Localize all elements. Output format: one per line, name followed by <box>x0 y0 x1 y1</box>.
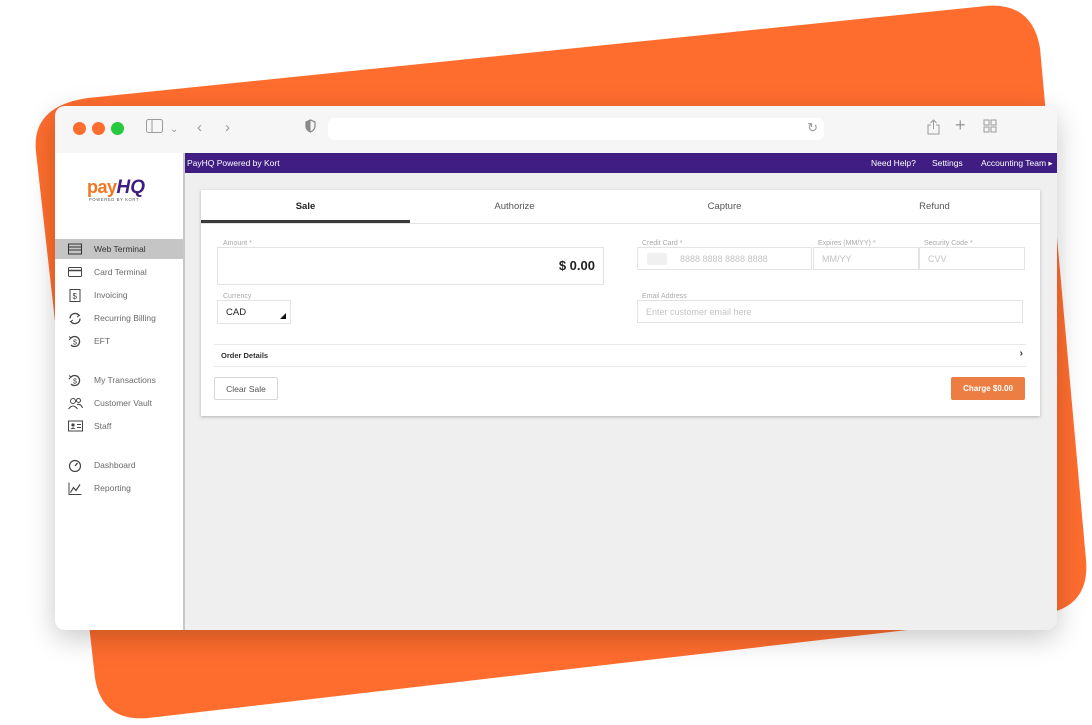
nav-brand: PayHQ Powered by Kort <box>187 158 280 168</box>
eft-icon: $ <box>68 335 81 348</box>
shield-icon[interactable] <box>305 119 316 138</box>
divider <box>214 344 1026 345</box>
tab-refund[interactable]: Refund <box>830 190 1039 223</box>
browser-toolbar: ⌄ ‹ › ↻ + <box>55 106 1057 154</box>
divider <box>214 366 1026 367</box>
sale-card: Sale Authorize Capture Refund Amount * $… <box>201 190 1040 416</box>
charge-button[interactable]: Charge $0.00 <box>951 377 1025 400</box>
svg-text:$: $ <box>73 292 78 301</box>
sidebar-item-recurring-billing[interactable]: Recurring Billing <box>55 308 183 328</box>
invoice-icon: $ <box>68 289 81 302</box>
expires-input[interactable]: MM/YY <box>813 247 919 270</box>
tab-sale[interactable]: Sale <box>201 190 410 223</box>
card-icon <box>68 266 82 278</box>
currency-label: Currency <box>223 293 252 300</box>
payhq-logo: payHQ POWERED BY KORT <box>87 177 146 202</box>
transaction-tabs: Sale Authorize Capture Refund <box>201 190 1040 224</box>
amount-label: Amount * <box>223 240 252 247</box>
amount-value: $ 0.00 <box>558 258 595 273</box>
forward-arrow-icon[interactable]: › <box>225 119 230 137</box>
credit-card-label: Credit Card * <box>642 240 683 247</box>
chart-icon <box>68 482 82 495</box>
tab-overview-icon[interactable] <box>983 119 997 138</box>
credit-card-input[interactable]: 8888 8888 8888 8888 <box>637 247 812 270</box>
order-details-toggle[interactable]: Order Details <box>221 351 268 360</box>
users-icon <box>68 397 83 410</box>
reload-icon[interactable]: ↻ <box>807 120 818 136</box>
sidebar-item-eft[interactable]: $ EFT <box>55 331 183 351</box>
security-code-label: Security Code * <box>924 240 973 247</box>
tab-capture[interactable]: Capture <box>620 190 829 223</box>
email-input[interactable]: Enter customer email here <box>637 300 1023 323</box>
transactions-icon: $ <box>68 374 81 387</box>
sidebar-item-my-transactions[interactable]: $ My Transactions <box>55 370 183 390</box>
sidebar: payHQ POWERED BY KORT Web Terminal Card … <box>55 153 185 630</box>
security-code-input[interactable]: CVV <box>919 247 1025 270</box>
currency-select[interactable]: CAD <box>217 300 291 324</box>
refresh-icon <box>68 312 81 325</box>
new-tab-icon[interactable]: + <box>955 116 966 134</box>
sidebar-item-invoicing[interactable]: $ Invoicing <box>55 285 183 305</box>
account-menu[interactable]: Accounting Team ▸ <box>981 158 1053 169</box>
need-help-link[interactable]: Need Help? <box>871 158 916 168</box>
clear-sale-button[interactable]: Clear Sale <box>214 377 278 400</box>
maximize-window-dot[interactable] <box>111 122 124 135</box>
share-icon[interactable] <box>927 119 940 140</box>
expires-label: Expires (MM/YY) * <box>818 240 876 247</box>
close-window-dot[interactable] <box>73 122 86 135</box>
terminal-icon <box>68 243 82 255</box>
address-bar[interactable]: ↻ <box>328 118 824 140</box>
sidebar-item-web-terminal[interactable]: Web Terminal <box>55 239 183 259</box>
sidebar-item-staff[interactable]: Staff <box>55 416 183 436</box>
email-label: Email Address <box>642 293 687 300</box>
chevron-right-icon[interactable]: › <box>1020 348 1023 359</box>
sidebar-item-card-terminal[interactable]: Card Terminal <box>55 262 183 282</box>
top-nav-bar: PayHQ Powered by Kort Need Help? Setting… <box>183 153 1057 173</box>
gauge-icon <box>68 459 82 473</box>
sidebar-toggle-icon[interactable] <box>146 119 163 138</box>
sidebar-item-dashboard[interactable]: Dashboard <box>55 455 183 475</box>
card-brand-icon <box>647 253 667 265</box>
id-card-icon <box>68 420 83 432</box>
back-arrow-icon[interactable]: ‹ <box>197 119 202 137</box>
settings-link[interactable]: Settings <box>932 158 963 168</box>
amount-field[interactable]: $ 0.00 <box>217 247 604 285</box>
sidebar-item-reporting[interactable]: Reporting <box>55 478 183 498</box>
svg-text:$: $ <box>73 340 77 347</box>
browser-window: ⌄ ‹ › ↻ + PayHQ Powered by Kort Need Hel… <box>55 106 1057 630</box>
sidebar-item-customer-vault[interactable]: Customer Vault <box>55 393 183 413</box>
svg-text:$: $ <box>73 379 77 386</box>
minimize-window-dot[interactable] <box>92 122 105 135</box>
chevron-down-icon[interactable]: ⌄ <box>170 121 178 139</box>
tab-authorize[interactable]: Authorize <box>410 190 619 223</box>
select-arrow-icon <box>280 313 286 319</box>
